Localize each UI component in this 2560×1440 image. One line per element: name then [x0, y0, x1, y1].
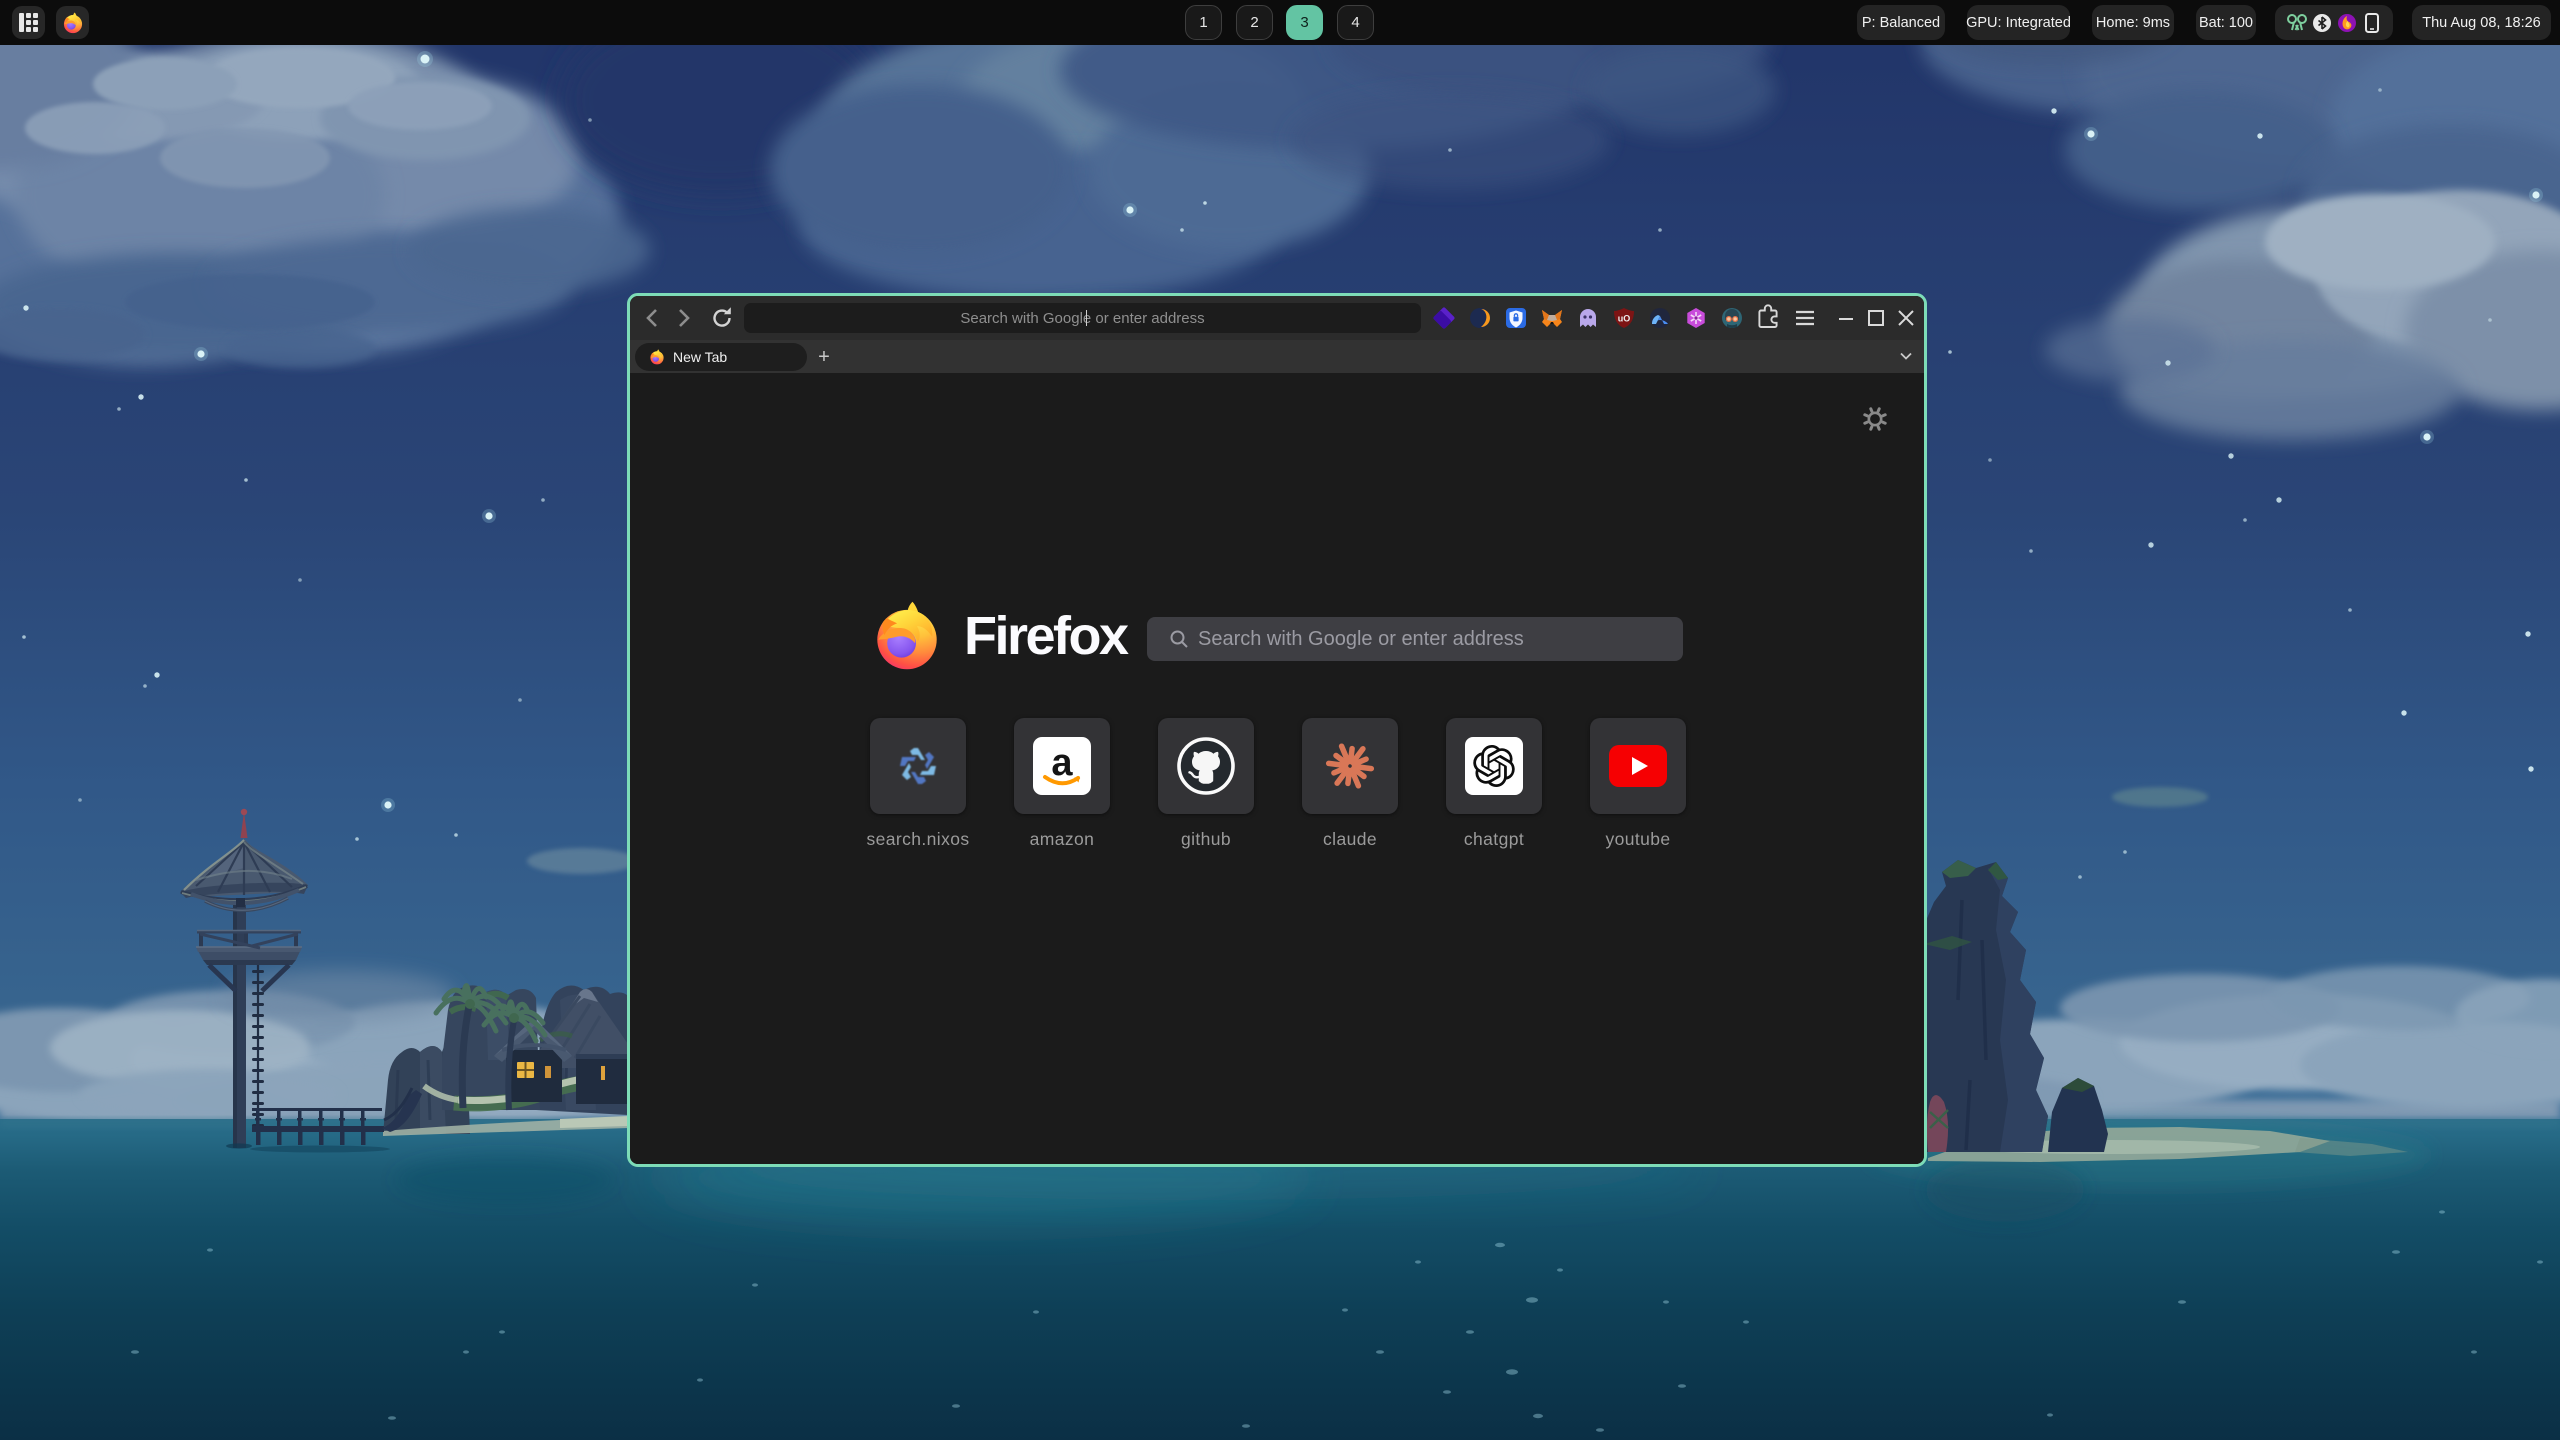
svg-text:a: a — [1051, 742, 1073, 784]
svg-text:uO: uO — [1618, 314, 1631, 324]
